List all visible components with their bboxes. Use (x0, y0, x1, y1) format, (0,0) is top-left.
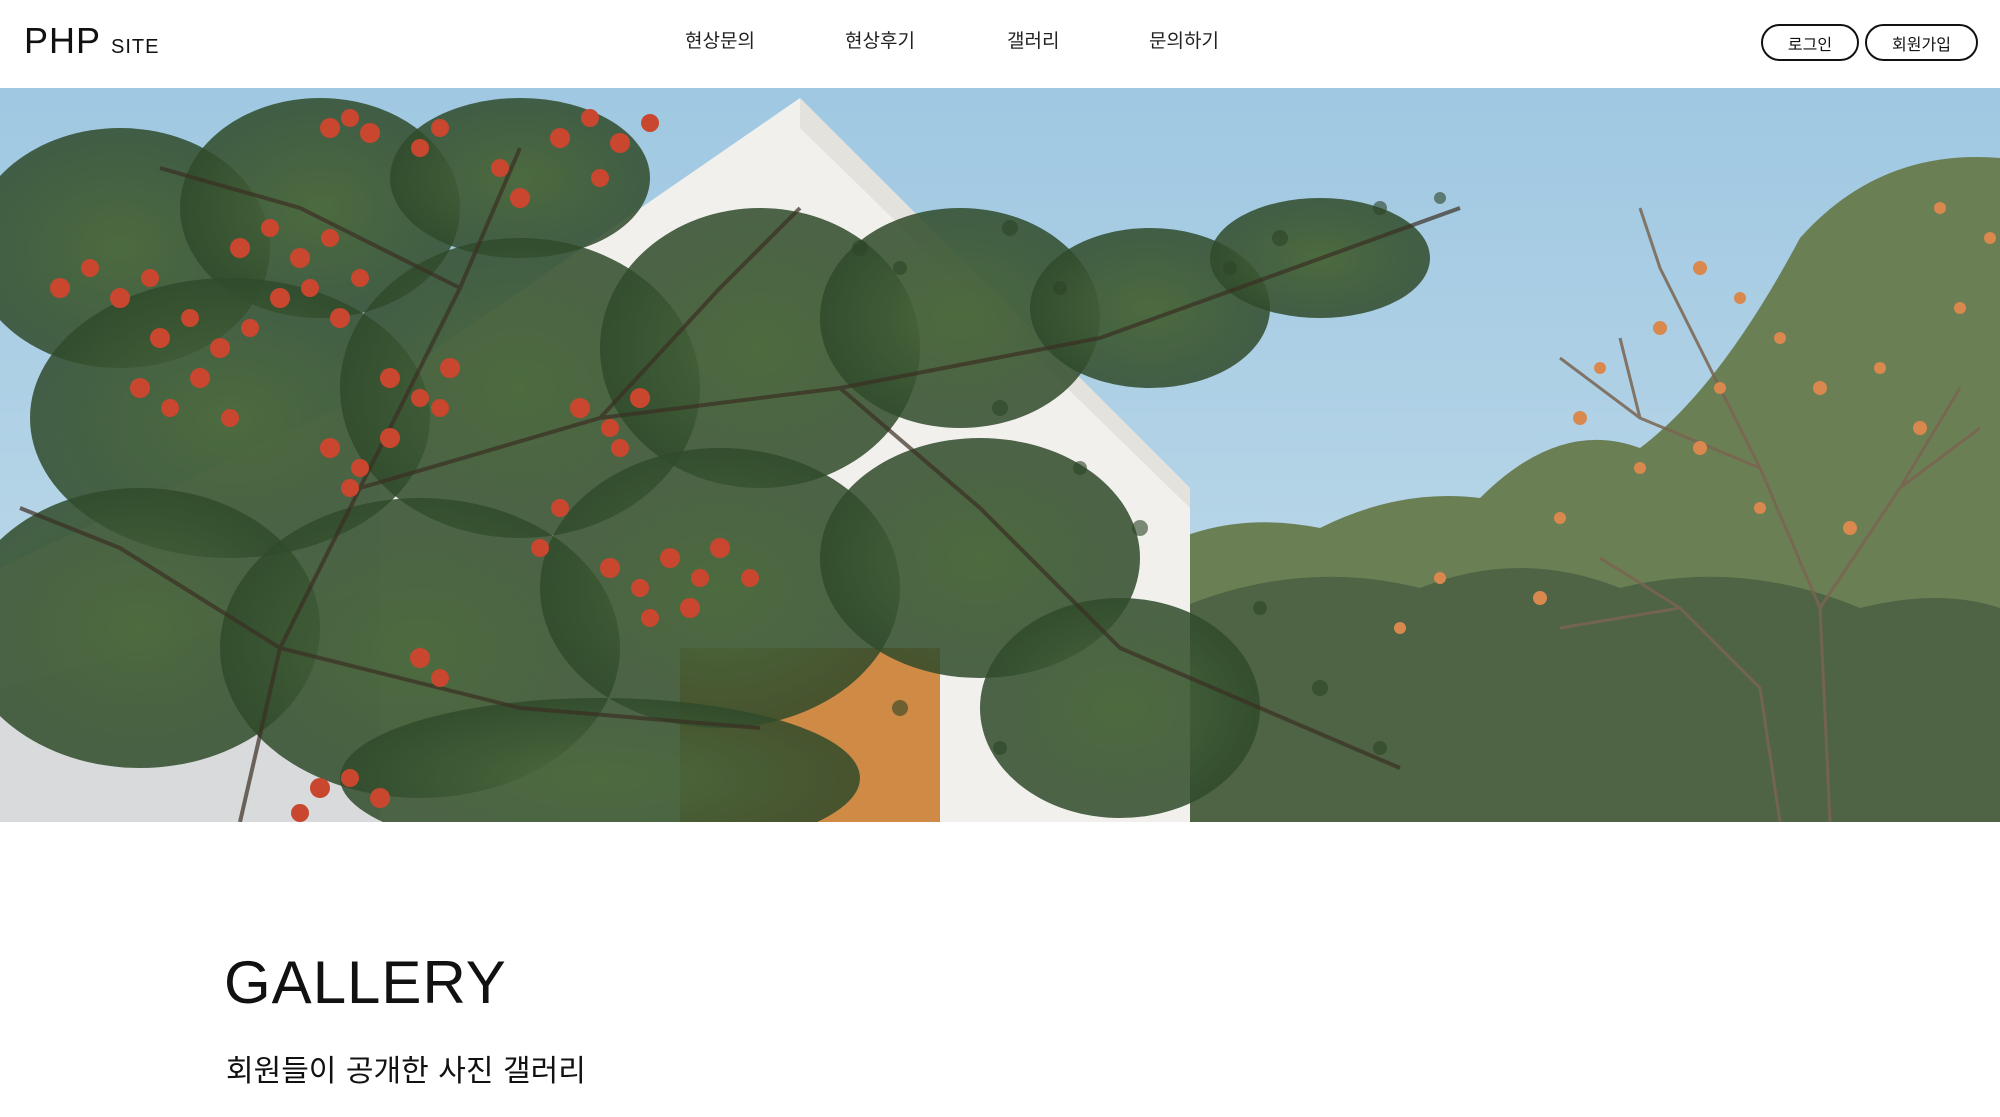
signup-button[interactable]: 회원가입 (1865, 24, 1978, 61)
hero-photo-graphic (0, 88, 2000, 822)
login-button[interactable]: 로그인 (1761, 24, 1859, 61)
nav-item-contact[interactable]: 문의하기 (1149, 26, 1219, 53)
site-logo[interactable]: PHP SITE (24, 20, 159, 62)
hero-image (0, 88, 2000, 822)
site-header: PHP SITE 현상문의 현상후기 갤러리 문의하기 로그인 회원가입 (0, 0, 2000, 88)
nav-item-reviews[interactable]: 현상후기 (845, 26, 915, 53)
page-subtitle: 회원들이 공개한 사진 갤러리 (226, 1054, 586, 1089)
logo-sub-text: SITE (111, 36, 160, 58)
auth-buttons: 로그인 회원가입 (1761, 24, 1978, 61)
nav-item-inquiry[interactable]: 현상문의 (685, 26, 755, 53)
logo-main-text: PHP (24, 20, 102, 61)
page-title: GALLERY (224, 949, 507, 1016)
nav-item-gallery[interactable]: 갤러리 (1007, 26, 1059, 53)
